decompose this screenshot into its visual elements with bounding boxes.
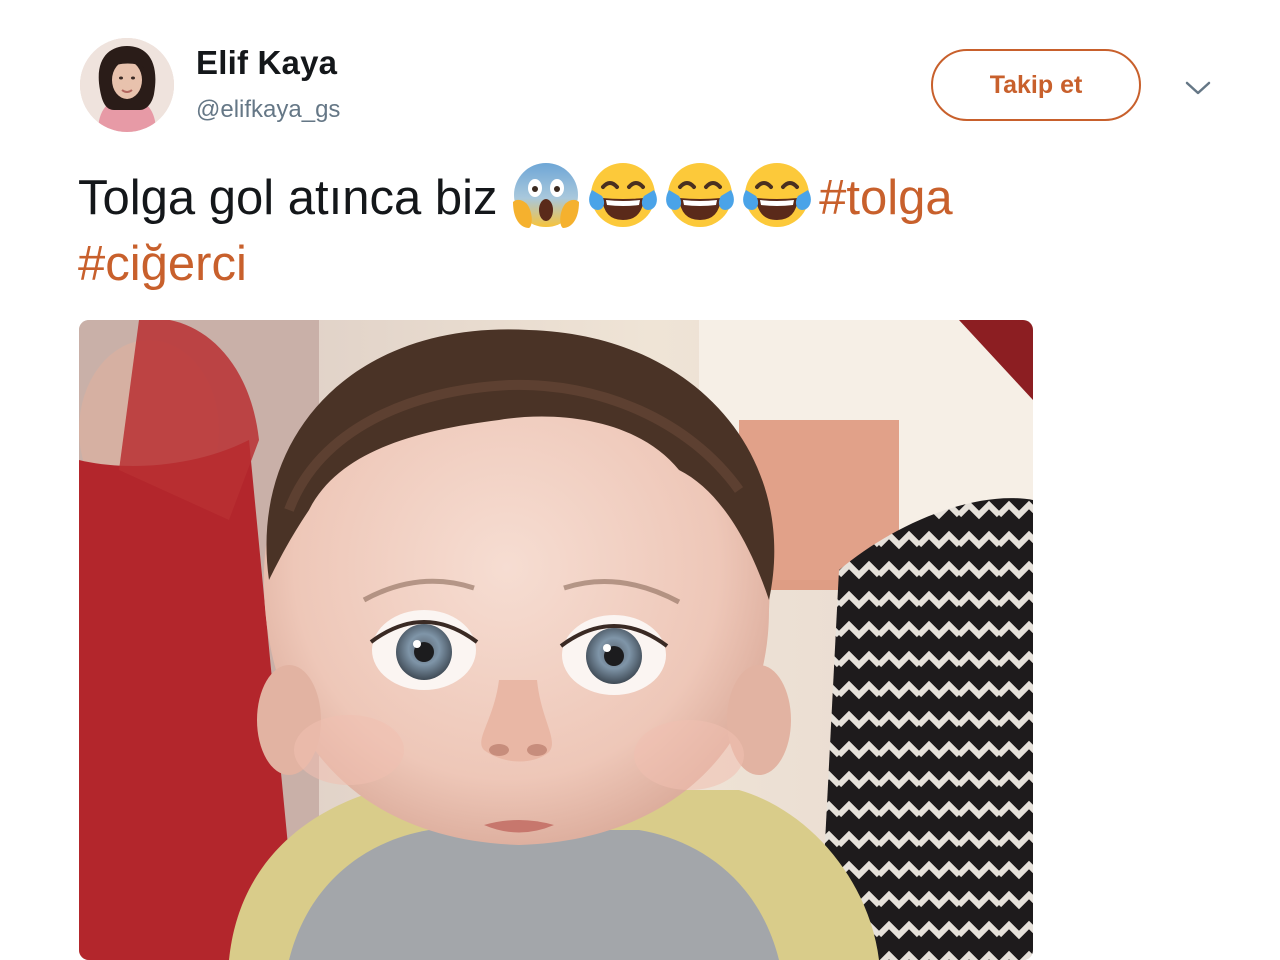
chevron-down-icon[interactable] xyxy=(1184,78,1212,98)
tweet-text-line-1: Tolga gol atınca biz #tolga xyxy=(78,160,1168,231)
tweet-photo[interactable] xyxy=(79,320,1033,960)
hashtag-link-cigerci[interactable]: #ciğerci xyxy=(78,237,247,291)
tweet-text-body: Tolga gol atınca biz xyxy=(78,171,512,225)
user-handle[interactable]: @elifkaya_gs xyxy=(196,96,340,124)
face-screaming-in-fear-icon xyxy=(511,160,581,230)
avatar[interactable] xyxy=(80,38,174,132)
tweet-text: Tolga gol atınca biz #tolga #ciğerci xyxy=(78,160,1168,297)
hashtag-link-tolga[interactable]: #tolga xyxy=(819,171,953,225)
tweet-text-line-2: #ciğerci xyxy=(78,231,1168,297)
face-with-tears-of-joy-icon xyxy=(665,160,735,230)
face-with-tears-of-joy-icon xyxy=(588,160,658,230)
user-name[interactable]: Elif Kaya xyxy=(196,44,337,82)
tweet-card: Elif Kaya @elifkaya_gs Takip et Tolga go… xyxy=(0,0,1280,960)
follow-button[interactable]: Takip et xyxy=(931,49,1141,121)
face-with-tears-of-joy-icon xyxy=(742,160,812,230)
